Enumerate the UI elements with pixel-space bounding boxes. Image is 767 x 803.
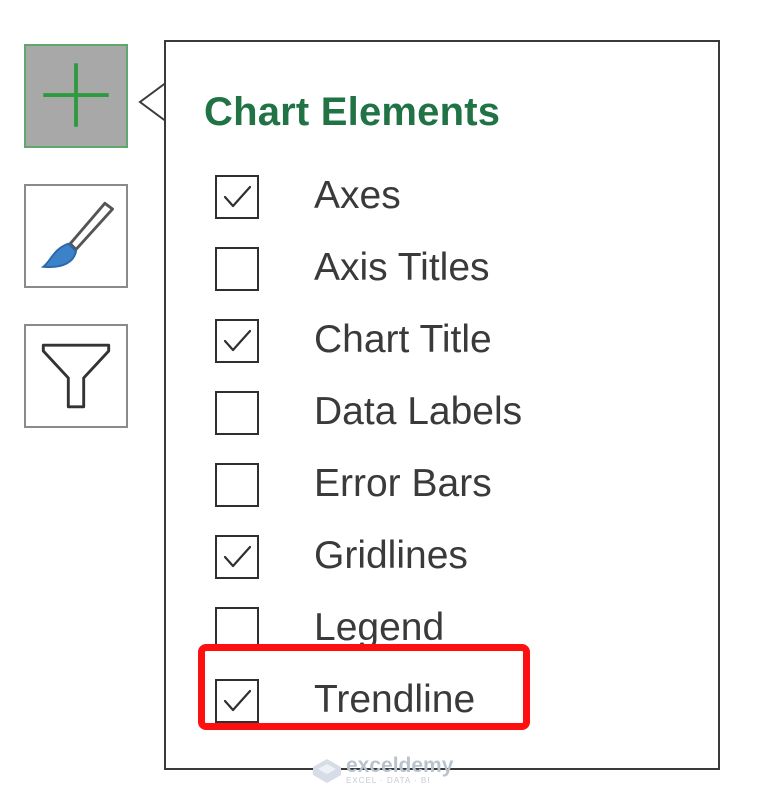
chart-elements-button[interactable] bbox=[24, 44, 128, 148]
trendline-highlight bbox=[198, 644, 530, 730]
element-item-error-bars[interactable]: Error Bars bbox=[166, 450, 718, 522]
data-labels-label: Data Labels bbox=[314, 390, 523, 433]
checkmark-icon bbox=[217, 609, 257, 649]
gridlines-label: Gridlines bbox=[314, 534, 468, 577]
chart-styles-button[interactable] bbox=[24, 184, 128, 288]
element-item-axes[interactable]: Axes bbox=[166, 162, 718, 234]
element-item-chart-title[interactable]: Chart Title bbox=[166, 306, 718, 378]
checkmark-icon bbox=[217, 465, 257, 505]
paintbrush-icon bbox=[40, 201, 114, 269]
watermark-name: exceldemy bbox=[346, 754, 454, 777]
axis-titles-label: Axis Titles bbox=[314, 246, 490, 289]
chart-title-checkbox[interactable] bbox=[215, 319, 259, 363]
checkmark-icon bbox=[217, 393, 257, 433]
watermark: exceldemy EXCEL · DATA · BI bbox=[310, 754, 460, 790]
checkmark-icon bbox=[223, 185, 252, 208]
exceldemy-logo-icon bbox=[313, 759, 341, 783]
element-item-axis-titles[interactable]: Axis Titles bbox=[166, 234, 718, 306]
checkmark-icon bbox=[217, 249, 257, 289]
axes-checkbox[interactable] bbox=[215, 175, 259, 219]
error-bars-checkbox[interactable] bbox=[215, 463, 259, 507]
data-labels-checkbox[interactable] bbox=[215, 391, 259, 435]
chart-title-label: Chart Title bbox=[314, 318, 492, 361]
panel-title: Chart Elements bbox=[204, 90, 501, 134]
chart-filters-button[interactable] bbox=[24, 324, 128, 428]
checkmark-icon bbox=[223, 545, 252, 568]
axis-titles-checkbox[interactable] bbox=[215, 247, 259, 291]
element-item-gridlines[interactable]: Gridlines bbox=[166, 522, 718, 594]
gridlines-checkbox[interactable] bbox=[215, 535, 259, 579]
element-item-data-labels[interactable]: Data Labels bbox=[166, 378, 718, 450]
watermark-tagline: EXCEL · DATA · BI bbox=[346, 776, 431, 785]
error-bars-label: Error Bars bbox=[314, 462, 492, 505]
axes-label: Axes bbox=[314, 174, 401, 217]
checkmark-icon bbox=[223, 329, 252, 352]
funnel-icon bbox=[41, 343, 111, 409]
plus-icon bbox=[43, 63, 109, 127]
